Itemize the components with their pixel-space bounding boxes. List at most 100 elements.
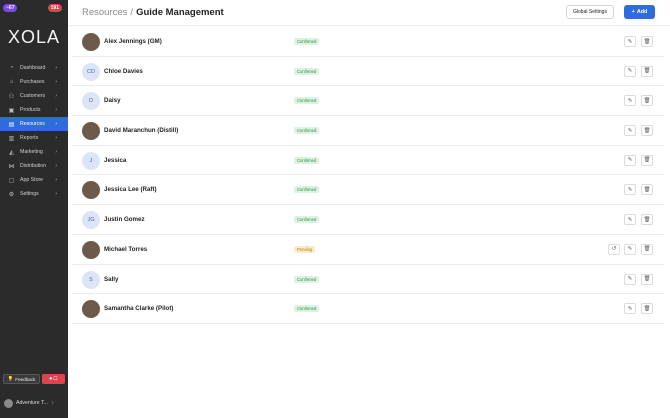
guide-row[interactable]: Jessica Lee (Raft) Confirmed ✎ 🗑: [72, 175, 664, 206]
guide-name[interactable]: Daisy: [104, 97, 121, 104]
status-badge: Confirmed: [294, 67, 320, 75]
sidebar-item-label: Marketing: [20, 149, 43, 155]
status-badge: Confirmed: [294, 186, 320, 194]
status-badge: Pending: [294, 245, 316, 253]
guide-row[interactable]: Alex Jennings (GM) Confirmed ✎ 🗑: [72, 27, 664, 57]
delete-button[interactable]: 🗑: [641, 184, 653, 196]
guide-name[interactable]: Alex Jennings (GM): [104, 38, 162, 45]
pencil-icon: ✎: [627, 305, 633, 312]
dashboard-icon: ◔: [9, 65, 14, 71]
guide-row[interactable]: J Jessica Confirmed ✎ 🗑: [72, 146, 664, 176]
resources-icon: ▤: [8, 121, 15, 128]
sidebar-item-customers[interactable]: ⚇ Customers ›: [0, 89, 68, 103]
breadcrumb-resources[interactable]: Resources: [82, 7, 127, 18]
trash-icon: 🗑: [643, 276, 651, 282]
resend-icon: ↺: [611, 246, 617, 253]
resend-invite-button[interactable]: ↺: [608, 243, 620, 255]
app-store-icon: ▢: [8, 177, 15, 184]
guide-list: Alex Jennings (GM) Confirmed ✎ 🗑 CD Chloe Dav…: [72, 27, 664, 324]
guide-row[interactable]: JG Justin Gomez Confirmed ✎ 🗑: [72, 205, 664, 235]
sidebar-item-products[interactable]: ▣ Products ›: [0, 103, 68, 117]
guide-name[interactable]: Justin Gomez: [104, 216, 145, 223]
guide-name[interactable]: Chloe Davies: [104, 68, 143, 75]
record-button[interactable]: ⏺ ▢: [42, 374, 65, 384]
xola-logo[interactable]: XOLA: [0, 27, 68, 48]
delete-button[interactable]: 🗑: [641, 214, 653, 226]
distribution-icon: ⋈: [8, 163, 15, 170]
avatar: [82, 122, 100, 141]
delete-button[interactable]: 🗑: [641, 65, 653, 77]
edit-button[interactable]: ✎: [624, 36, 636, 47]
edit-button[interactable]: ✎: [624, 65, 636, 77]
guide-name[interactable]: Samantha Clarke (Pilot): [104, 305, 173, 312]
account-avatar: [4, 398, 13, 408]
edit-button[interactable]: ✎: [624, 243, 636, 255]
breadcrumb-separator: /: [130, 7, 134, 18]
avatar: J: [82, 151, 100, 170]
avatar-initials: JG: [87, 217, 95, 224]
products-icon: ▣: [8, 107, 15, 114]
sidebar-item-purchases[interactable]: ⌂ Purchases ›: [0, 75, 68, 89]
guide-name[interactable]: Sally: [104, 276, 118, 283]
avatar-initials: CD: [87, 68, 95, 75]
guide-name[interactable]: Jessica: [104, 157, 126, 164]
feedback-row: 💡 Feedback ⏺ ▢: [3, 374, 65, 384]
delete-button[interactable]: 🗑: [641, 243, 653, 255]
sidebar-item-app-store[interactable]: ▢ App Store ›: [0, 173, 68, 187]
trash-icon: 🗑: [643, 68, 651, 75]
status-badge: Confirmed: [294, 38, 320, 45]
pencil-icon: ✎: [627, 157, 633, 164]
global-settings-button[interactable]: Global Settings: [566, 5, 614, 19]
edit-button[interactable]: ✎: [624, 154, 636, 166]
sidebar-item-distribution[interactable]: ⋈ Distribution ›: [0, 159, 68, 173]
sidebar-item-label: App Store: [20, 177, 44, 183]
sidebar-item-reports[interactable]: ▥ Reports ›: [0, 131, 68, 145]
account-name: Adventure T...: [16, 400, 48, 406]
delete-button[interactable]: 🗑: [641, 303, 653, 315]
guide-name[interactable]: Michael Torres: [104, 246, 147, 253]
guide-name[interactable]: David Maranchun (Distill): [104, 127, 178, 134]
trash-icon: 🗑: [643, 305, 651, 312]
sidebar-item-marketing[interactable]: ◭ Marketing ›: [0, 145, 68, 159]
add-label: Add: [636, 9, 648, 15]
guide-row[interactable]: Michael Torres Pending ↺ ✎ 🗑: [72, 235, 664, 265]
sidebar-item-label: Distribution: [20, 163, 46, 169]
edit-button[interactable]: ✎: [624, 95, 636, 107]
guide-row[interactable]: D Daisy Confirmed ✎ 🗑: [72, 86, 664, 117]
guide-row[interactable]: S Sally Confirmed ✎ 🗑: [72, 265, 664, 295]
guide-row[interactable]: Samantha Clarke (Pilot) Confirmed ✎ 🗑: [72, 294, 664, 324]
sidebar-item-label: Reports: [20, 135, 39, 141]
avatar: S: [82, 270, 100, 289]
edit-button[interactable]: ✎: [624, 184, 636, 196]
sidebar-item-settings[interactable]: ⚙ Settings ›: [0, 187, 68, 201]
avatar-initials: J: [89, 157, 93, 164]
sidebar-item-resources[interactable]: ▤ Resources ›: [0, 117, 68, 131]
feedback-button[interactable]: 💡 Feedback: [3, 374, 40, 384]
sidebar-item-label: Purchases: [20, 79, 45, 85]
delete-button[interactable]: 🗑: [641, 36, 653, 47]
delete-button[interactable]: 🗑: [641, 154, 653, 166]
sidebar-item-dashboard[interactable]: ◔ Dashboard ›: [0, 61, 68, 75]
sidebar-nav: ◔ Dashboard › ⌂ Purchases › ⚇ Customers › ▣ Produc…: [0, 61, 68, 201]
pencil-icon: ✎: [627, 216, 633, 223]
account-switcher[interactable]: Adventure T... ›: [4, 396, 64, 410]
alerts-badge[interactable]: 191: [47, 4, 62, 12]
guide-row[interactable]: David Maranchun (Distill) Confirmed ✎ 🗑: [72, 116, 664, 146]
avatar: [82, 33, 100, 51]
delete-button[interactable]: 🗑: [641, 125, 653, 137]
guide-row[interactable]: CD Chloe Davies Confirmed ✎ 🗑: [72, 57, 664, 87]
version-badge[interactable]: ~67: [3, 4, 18, 12]
edit-button[interactable]: ✎: [624, 214, 636, 226]
pencil-icon: ✎: [627, 186, 633, 193]
add-guide-button[interactable]: + Add: [624, 5, 655, 19]
edit-button[interactable]: ✎: [624, 303, 636, 315]
status-badge: Confirmed: [294, 97, 320, 105]
purchases-icon: ⌂: [9, 79, 14, 85]
edit-button[interactable]: ✎: [624, 125, 636, 137]
pencil-icon: ✎: [627, 68, 633, 75]
trash-icon: 🗑: [643, 38, 651, 45]
delete-button[interactable]: 🗑: [641, 95, 653, 107]
delete-button[interactable]: 🗑: [641, 273, 653, 285]
edit-button[interactable]: ✎: [624, 273, 636, 285]
guide-name[interactable]: Jessica Lee (Raft): [104, 186, 157, 193]
